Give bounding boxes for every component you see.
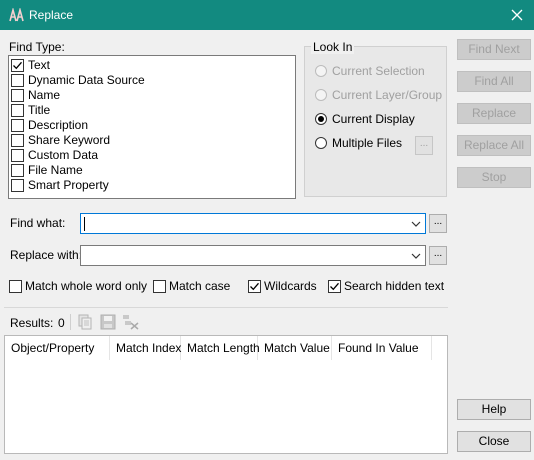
checkbox[interactable] — [11, 164, 24, 177]
find-what-label: Find what: — [10, 216, 66, 230]
chevron-down-icon[interactable] — [410, 218, 422, 228]
replace-button[interactable]: Replace — [457, 103, 531, 124]
find-what-browse-button[interactable]: ... — [429, 214, 447, 233]
radio-button[interactable] — [315, 137, 327, 149]
column-header-match-index[interactable]: Match Index — [110, 336, 181, 360]
replace-with-combo[interactable] — [80, 245, 426, 266]
checkbox[interactable] — [11, 74, 24, 87]
checkbox[interactable] — [328, 280, 341, 293]
replace-with-label: Replace with: — [10, 248, 83, 262]
column-header-found-in-value[interactable]: Found In Value — [332, 336, 432, 360]
column-header-match-length[interactable]: Match Length — [181, 336, 260, 360]
find-type-label: Find Type: — [9, 40, 65, 54]
checkbox[interactable] — [11, 179, 24, 192]
multiple-files-browse-button[interactable]: ... — [415, 136, 433, 155]
results-label: Results: — [10, 316, 54, 330]
close-icon[interactable] — [506, 4, 528, 26]
radio-button[interactable] — [315, 89, 327, 101]
chevron-down-icon[interactable] — [410, 250, 422, 260]
look-in-label: Look In — [311, 40, 355, 54]
toolbar-divider — [70, 314, 71, 330]
save-icon[interactable] — [100, 314, 116, 333]
find-type-list: Text Dynamic Data Source Name Title Desc… — [8, 55, 296, 199]
copy-icon[interactable] — [77, 314, 93, 333]
column-header-object-property[interactable]: Object/Property — [5, 336, 110, 360]
find-what-combo[interactable] — [80, 213, 426, 234]
radio-button[interactable] — [315, 65, 327, 77]
stop-button[interactable]: Stop — [457, 167, 531, 188]
results-toolbar: Results: 0 — [4, 307, 448, 335]
checkbox[interactable] — [153, 280, 166, 293]
text-caret — [84, 217, 85, 231]
app-icon — [9, 6, 25, 22]
checkbox[interactable] — [11, 89, 24, 102]
column-header-match-value[interactable]: Match Value — [258, 336, 332, 360]
radio-button[interactable] — [315, 113, 327, 125]
find-next-button[interactable]: Find Next — [457, 39, 531, 60]
results-count: 0 — [58, 316, 65, 330]
results-list[interactable]: Object/Property Match Index Match Length… — [4, 335, 448, 454]
find-all-button[interactable]: Find All — [457, 71, 531, 92]
window-title: Replace — [29, 8, 74, 22]
replace-all-button[interactable]: Replace All — [457, 135, 531, 156]
checkbox[interactable] — [11, 119, 24, 132]
checkbox[interactable] — [11, 134, 24, 147]
checkbox[interactable] — [248, 280, 261, 293]
checkbox[interactable] — [11, 59, 24, 72]
close-button[interactable]: Close — [457, 431, 531, 452]
clear-results-icon[interactable] — [122, 314, 140, 333]
checkbox[interactable] — [11, 104, 24, 117]
checkbox[interactable] — [9, 280, 22, 293]
replace-with-browse-button[interactable]: ... — [429, 246, 447, 265]
checkbox[interactable] — [11, 149, 24, 162]
help-button[interactable]: Help — [457, 399, 531, 420]
title-bar: Replace — [0, 0, 534, 30]
replace-dialog: Replace Find Type: Text Dynamic Data Sou… — [0, 0, 534, 460]
